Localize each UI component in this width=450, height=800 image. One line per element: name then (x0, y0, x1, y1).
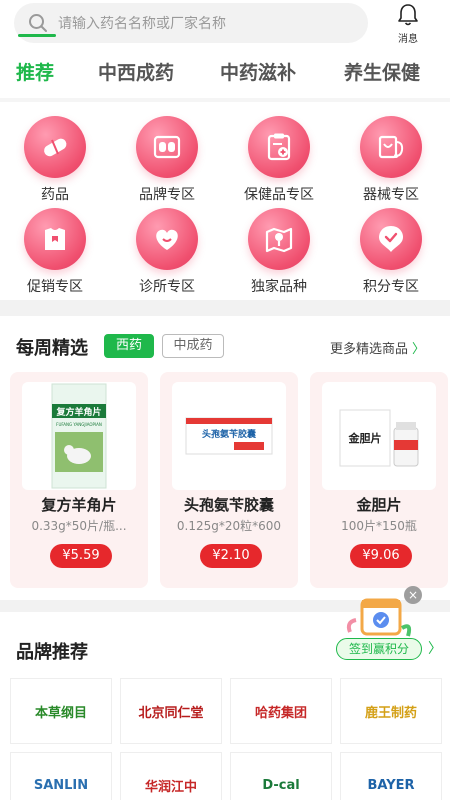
stethoscope-icon (378, 135, 404, 159)
product-card[interactable]: 复方羊角片 FUFANG YANGJIAOPIAN 复方羊角片 0.33g*50… (10, 372, 148, 588)
product-image: 金胆片 (322, 382, 436, 490)
product-name: 金胆片 (356, 496, 402, 514)
more-picks-link[interactable]: 更多精选商品〉 (330, 338, 425, 357)
more-label: 更多精选商品 (330, 342, 409, 357)
brand-logo-jiangzhong[interactable]: 华润江中 (120, 752, 222, 800)
section-title: 品牌推荐 (16, 642, 88, 663)
tab-chinese-western-medicine[interactable]: 中西成药 (98, 58, 174, 85)
box-title: 复方羊角片 (55, 406, 101, 418)
box-subtitle: FUFANG YANGJIAOPIAN (56, 422, 102, 427)
product-image: 头孢氨苄胶囊 (172, 382, 286, 490)
category-label: 积分专区 (363, 279, 419, 295)
category-points[interactable]: 积分专区 (346, 208, 436, 296)
brand-logo-bencao[interactable]: 本草纲目 (10, 678, 112, 744)
box-title: 金胆片 (348, 431, 382, 445)
brand-name: D-cal (262, 777, 300, 793)
search-placeholder: 请输入药名名称或厂家名称 (58, 16, 226, 32)
tab-herbal-tonic[interactable]: 中药滋补 (220, 58, 296, 85)
points-badge-icon (379, 226, 403, 252)
brand-name: 哈药集团 (254, 705, 307, 721)
brand-name: 北京同仁堂 (138, 705, 204, 721)
product-spec: 0.33g*50片/瓶... (31, 519, 127, 533)
message-label: 消息 (398, 34, 418, 45)
top-section: 请输入药名名称或厂家名称 消息 推荐 中西成药 中药滋补 养生保健 药品 品牌专… (0, 0, 450, 300)
brand-name: SANLIN (33, 777, 89, 793)
category-label: 品牌专区 (139, 187, 195, 203)
category-label: 促销专区 (27, 279, 83, 295)
brand-logo-bayer[interactable]: BAYER (340, 752, 442, 800)
brand-logo-harbin-pharma[interactable]: 哈药集团 (230, 678, 332, 744)
brand-logo-dcal[interactable]: D-cal (230, 752, 332, 800)
category-clinic[interactable]: 诊所专区 (122, 208, 212, 296)
search-bar[interactable]: 请输入药名名称或厂家名称 (14, 3, 368, 43)
pill-icon (44, 138, 67, 157)
bell-icon (398, 4, 418, 26)
brand-logo-luwang[interactable]: 鹿王制药 (340, 678, 442, 744)
product-price: ¥9.06 (350, 544, 412, 568)
category-health-products[interactable]: 保健品专区 (234, 116, 324, 204)
health-clipboard-icon (267, 133, 291, 161)
brand-name: 本草纲目 (34, 705, 87, 721)
product-spec: 100片*150瓶 (341, 519, 417, 533)
tab-health-care[interactable]: 养生保健 (344, 58, 420, 85)
category-label: 器械专区 (363, 187, 419, 203)
brand-name: BAYER (367, 777, 415, 793)
category-medicine[interactable]: 药品 (10, 116, 100, 204)
brand-box-icon (153, 135, 181, 159)
promo-shirt-icon (45, 228, 65, 250)
chevron-right-icon: 〉 (412, 342, 426, 357)
product-price: ¥5.59 (50, 544, 112, 568)
active-tab-indicator (18, 34, 56, 37)
brand-logo-sanlin[interactable]: SANLIN (10, 752, 112, 800)
box-title: 头孢氨苄胶囊 (202, 428, 257, 440)
checkin-label: 签到赢积分 (336, 638, 422, 660)
tab-recommend[interactable]: 推荐 (16, 58, 54, 85)
product-spec: 0.125g*20粒*600 (176, 519, 282, 533)
brand-name: 鹿王制药 (364, 705, 417, 721)
filter-western-medicine[interactable]: 西药 (104, 334, 154, 358)
calendar-check-icon (346, 598, 412, 637)
weekly-picks-section: 每周精选 西药 中成药 更多精选商品〉 复方羊角片 FUFANG YANGJIA… (0, 316, 450, 600)
product-price: ¥2.10 (200, 544, 262, 568)
map-pin-icon (265, 227, 293, 253)
category-device-zone[interactable]: 器械专区 (346, 116, 436, 204)
divider (0, 98, 450, 102)
product-name: 复方羊角片 (41, 496, 117, 514)
clinic-heart-icon (156, 229, 178, 250)
category-promotion[interactable]: 促销专区 (10, 208, 100, 296)
search-icon (29, 14, 47, 32)
brand-name: 华润江中 (144, 779, 197, 795)
product-card[interactable]: 头孢氨苄胶囊 头孢氨苄胶囊 0.125g*20粒*600 ¥2.10 (160, 372, 298, 588)
filter-chinese-patent-medicine[interactable]: 中成药 (162, 334, 224, 358)
category-label: 诊所专区 (139, 279, 195, 295)
category-label: 药品 (41, 187, 69, 203)
category-tabs: 推荐 中西成药 中药滋补 养生保健 (0, 58, 450, 92)
close-icon[interactable]: × (404, 586, 422, 604)
checkin-floating-badge[interactable]: × 签到赢积分 (326, 586, 436, 666)
category-label: 独家品种 (251, 279, 307, 295)
brand-logo-tongrentang[interactable]: 北京同仁堂 (120, 678, 222, 744)
product-name: 头孢氨苄胶囊 (183, 496, 274, 514)
category-exclusive[interactable]: 独家品种 (234, 208, 324, 296)
category-label: 保健品专区 (244, 187, 314, 203)
message-button[interactable]: 消息 (386, 2, 430, 48)
category-brand-zone[interactable]: 品牌专区 (122, 116, 212, 204)
product-card[interactable]: 金胆片 金胆片 100片*150瓶 ¥9.06 (310, 372, 448, 588)
product-image: 复方羊角片 FUFANG YANGJIAOPIAN (22, 382, 136, 490)
section-title: 每周精选 (16, 338, 88, 359)
